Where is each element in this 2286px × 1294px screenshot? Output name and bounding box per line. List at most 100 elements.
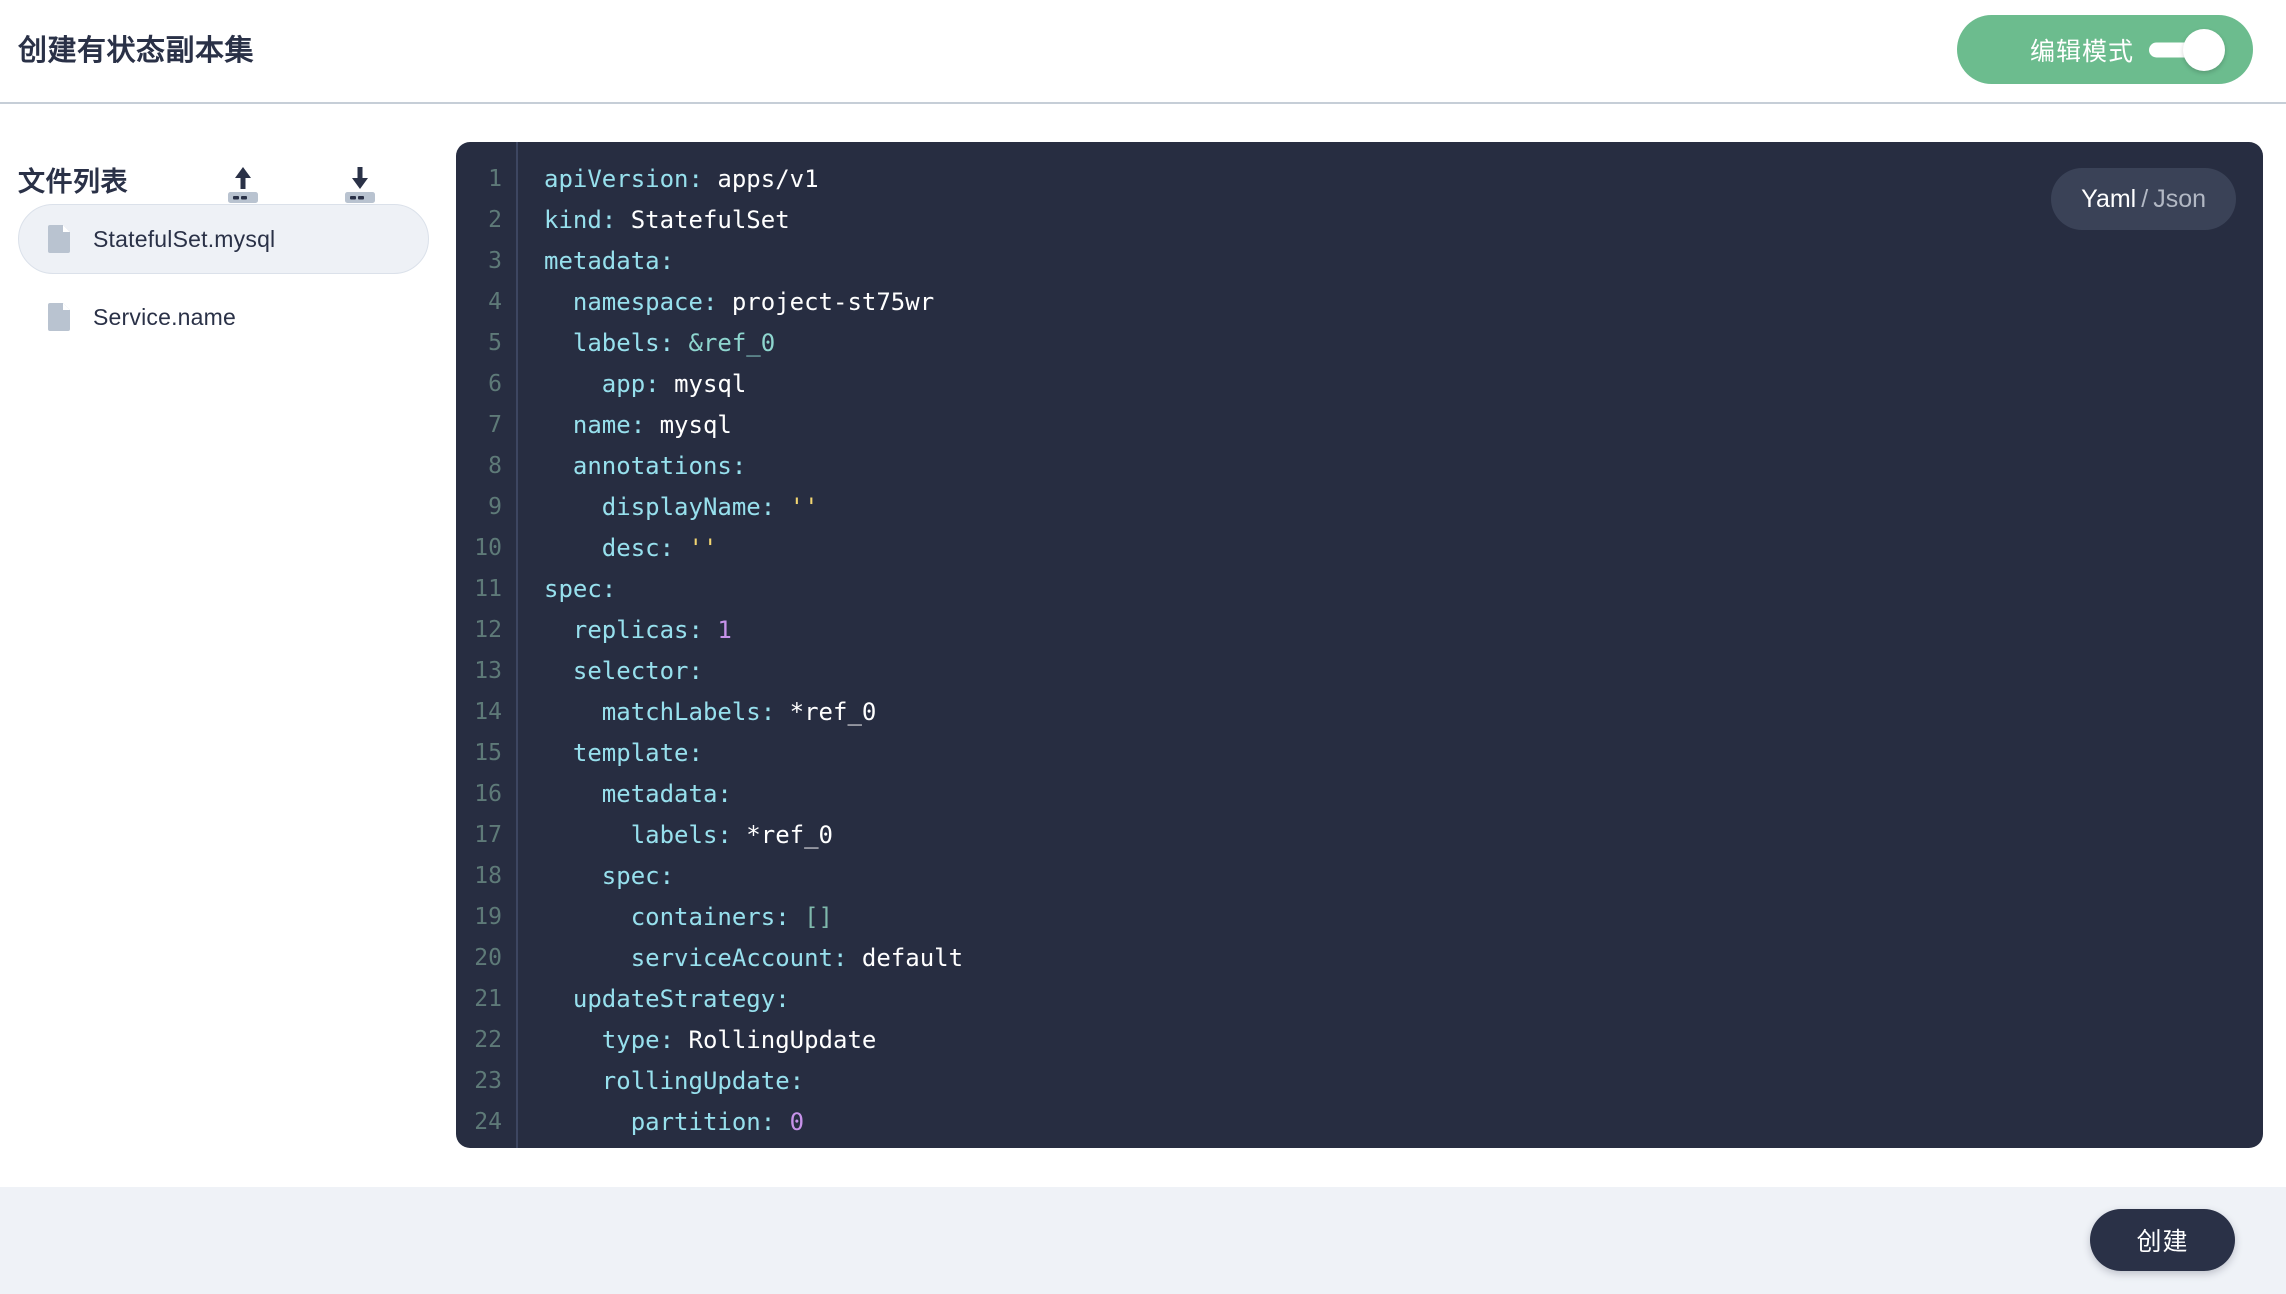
code-line-text[interactable]: spec: (516, 569, 2263, 610)
code-token: spec (544, 575, 602, 603)
code-line-text[interactable]: metadata: (516, 774, 2263, 815)
code-line[interactable]: 14 matchLabels: *ref_0 (456, 692, 2263, 733)
code-token: : (659, 247, 675, 275)
switch-knob[interactable] (2183, 28, 2225, 71)
line-number: 11 (474, 576, 502, 602)
code-token: StatefulSet (630, 206, 790, 234)
yaml-editor[interactable]: 1 apiVersion: apps/v1 2 kind: StatefulSet 3 m… (456, 142, 2263, 1148)
code-token: apps/v1 (717, 165, 819, 193)
code-line-text[interactable]: app: mysql (516, 364, 2263, 405)
code-token: 1 (717, 616, 732, 644)
code-line-text[interactable]: serviceAccount: default (516, 938, 2263, 979)
code-line-text[interactable]: labels: *ref_0 (516, 815, 2263, 856)
file-list-sidebar: 文件列表 StatefulSet.mysql Service.name (0, 104, 456, 1187)
code-token: : (775, 985, 790, 1013)
code-line-text[interactable]: labels: &ref_0 (516, 323, 2263, 364)
code-line-text[interactable]: spec: (516, 856, 2263, 897)
line-number: 7 (488, 412, 502, 438)
code-line-text[interactable]: annotations: (516, 446, 2263, 487)
code-line[interactable]: 19 containers: [] (456, 897, 2263, 938)
code-line-text[interactable]: namespace: project-st75wr (516, 282, 2263, 323)
format-json-option[interactable]: Json (2153, 185, 2206, 214)
code-line[interactable]: 9 displayName: '' (456, 487, 2263, 528)
code-line[interactable]: 6 app: mysql (456, 364, 2263, 405)
code-line[interactable]: 18 spec: (456, 856, 2263, 897)
code-line-text[interactable]: template: (516, 733, 2263, 774)
code-token: kind (544, 206, 602, 234)
code-line-text[interactable]: desc: '' (516, 528, 2263, 569)
code-line[interactable]: 20 serviceAccount: default (456, 938, 2263, 979)
code-token: : (731, 452, 747, 480)
code-line-text[interactable]: kind: StatefulSet (516, 200, 2263, 241)
code-line[interactable]: 5 labels: &ref_0 (456, 323, 2263, 364)
code-line[interactable]: 4 namespace: project-st75wr (456, 282, 2263, 323)
code-line[interactable]: 12 replicas: 1 (456, 610, 2263, 651)
line-number: 10 (474, 535, 502, 561)
code-token: &ref_0 (688, 329, 776, 357)
code-line-text[interactable]: name: mysql (516, 405, 2263, 446)
code-content[interactable]: 1 apiVersion: apps/v1 2 kind: StatefulSet 3 m… (456, 142, 2263, 1148)
code-line-text[interactable]: rollingUpdate: (516, 1061, 2263, 1102)
edit-mode-toggle[interactable]: 编辑模式 (1957, 15, 2253, 84)
code-line-text[interactable]: displayName: '' (516, 487, 2263, 528)
code-line[interactable]: 15 template: (456, 733, 2263, 774)
code-line-text[interactable]: partition: 0 (516, 1102, 2263, 1143)
code-line-text[interactable]: updateStrategy: (516, 979, 2263, 1020)
line-number: 9 (488, 494, 502, 520)
line-number: 19 (474, 904, 502, 930)
code-token: RollingUpdate (688, 1026, 877, 1054)
code-line[interactable]: 16 metadata: (456, 774, 2263, 815)
code-line[interactable]: 13 selector: (456, 651, 2263, 692)
code-line-text[interactable]: apiVersion: apps/v1 (516, 159, 2263, 200)
code-token: : (659, 329, 689, 357)
code-line[interactable]: 21 updateStrategy: (456, 979, 2263, 1020)
code-token: : (789, 1067, 805, 1095)
code-token: : (601, 206, 631, 234)
code-line-text[interactable]: replicas: 1 (516, 610, 2263, 651)
code-token: template (544, 739, 689, 767)
code-line[interactable]: 23 rollingUpdate: (456, 1061, 2263, 1102)
list-item[interactable]: StatefulSet.mysql (18, 204, 429, 274)
code-line-text[interactable]: type: RollingUpdate (516, 1020, 2263, 1061)
line-number: 16 (474, 781, 502, 807)
code-line[interactable]: 2 kind: StatefulSet (456, 200, 2263, 241)
code-token: mysql (674, 370, 747, 398)
code-token: mysql (659, 411, 732, 439)
code-token: matchLabels (544, 698, 761, 726)
line-number: 5 (488, 330, 502, 356)
code-token: : (832, 944, 862, 972)
code-line[interactable]: 8 annotations: (456, 446, 2263, 487)
code-token: updateStrategy (544, 985, 776, 1013)
code-line[interactable]: 22 type: RollingUpdate (456, 1020, 2263, 1061)
page-footer: 创建 (0, 1187, 2286, 1294)
code-line-text[interactable]: selector: (516, 651, 2263, 692)
code-token: : (659, 862, 675, 890)
line-number: 17 (474, 822, 502, 848)
code-line[interactable]: 1 apiVersion: apps/v1 (456, 159, 2263, 200)
format-toggle[interactable]: Yaml / Json (2051, 168, 2236, 230)
edit-mode-switch[interactable] (2149, 28, 2225, 71)
file-name: StatefulSet.mysql (93, 225, 276, 252)
code-line-text[interactable]: metadata: (516, 241, 2263, 282)
code-line[interactable]: 17 labels: *ref_0 (456, 815, 2263, 856)
code-line[interactable]: 7 name: mysql (456, 405, 2263, 446)
file-icon (48, 225, 70, 253)
code-line[interactable]: 25 (456, 1143, 2263, 1148)
code-token: metadata (544, 780, 718, 808)
code-token: type (544, 1026, 660, 1054)
upload-icon[interactable] (220, 164, 266, 204)
download-icon[interactable] (337, 164, 383, 204)
code-line[interactable]: 10 desc: '' (456, 528, 2263, 569)
code-token: spec (544, 862, 660, 890)
code-token: labels (544, 821, 718, 849)
list-item[interactable]: Service.name (18, 282, 429, 352)
format-yaml-option[interactable]: Yaml (2081, 185, 2136, 214)
code-line-text[interactable]: containers: [] (516, 897, 2263, 938)
code-line[interactable]: 3 metadata: (456, 241, 2263, 282)
code-line[interactable]: 11 spec: (456, 569, 2263, 610)
code-line[interactable]: 24 partition: 0 (456, 1102, 2263, 1143)
code-token: rollingUpdate (544, 1067, 790, 1095)
create-button[interactable]: 创建 (2090, 1209, 2235, 1271)
line-number: 22 (474, 1027, 502, 1053)
code-line-text[interactable]: matchLabels: *ref_0 (516, 692, 2263, 733)
